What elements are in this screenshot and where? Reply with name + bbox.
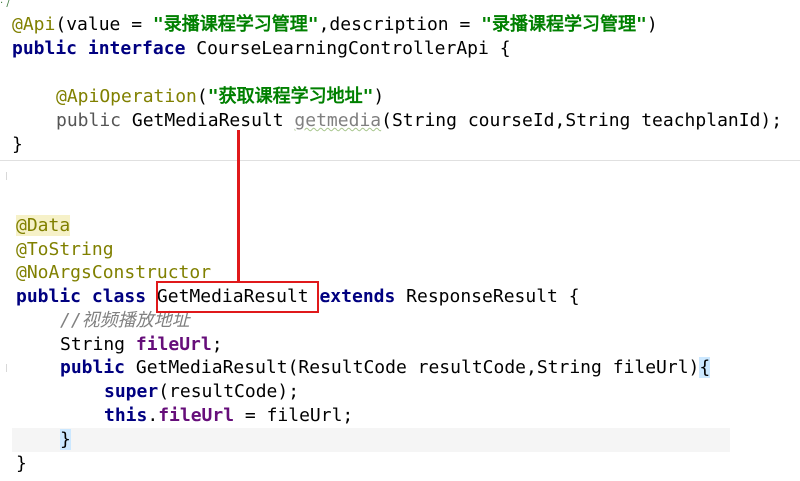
this-assign-line[interactable]: this.fileUrl = fileUrl; — [104, 404, 353, 428]
getmedia-method-line[interactable]: public GetMediaResult getmedia(String co… — [56, 109, 782, 133]
constructor-close-line[interactable]: } — [60, 428, 71, 452]
interface-name: CourseLearningControllerApi { — [185, 38, 511, 59]
fold-gutter-mark[interactable] — [6, 172, 15, 180]
field-declaration-line[interactable]: String fileUrl; — [60, 333, 223, 357]
current-line-highlight — [12, 428, 730, 452]
api-annotation-line[interactable]: @Api(value = "录播课程学习管理",description = "录… — [12, 13, 658, 37]
constructor-line[interactable]: public GetMediaResult(ResultCode resultC… — [60, 356, 711, 380]
video-url-comment: //视频播放地址 — [60, 310, 190, 331]
fileurl-field: fileUrl — [135, 334, 212, 355]
noargs-annotation: @NoArgsConstructor — [16, 262, 212, 283]
data-annotation-line[interactable]: @Data — [16, 214, 71, 238]
cropped-code-fragment: · / — [0, 0, 10, 9]
editor-separator — [0, 160, 800, 161]
api-operation-annotation: @ApiOperation — [56, 86, 197, 107]
interface-declaration-line[interactable]: public interface CourseLearningControlle… — [12, 37, 511, 61]
fold-gutter-mark[interactable] — [6, 364, 15, 372]
interface-close-brace[interactable]: } — [12, 133, 23, 157]
matched-close-brace: } — [60, 429, 71, 450]
api-annotation: @Api — [12, 14, 56, 35]
super-call-line[interactable]: super(resultCode); — [104, 380, 299, 404]
connector-line — [237, 130, 240, 282]
class-name-highlight-box — [156, 281, 319, 313]
matched-open-brace: { — [699, 357, 711, 378]
data-annotation: @Data — [16, 215, 71, 236]
tostring-annotation-line[interactable]: @ToString — [16, 238, 114, 262]
super-class-name: ResponseResult { — [395, 286, 580, 307]
class-close-brace[interactable]: } — [16, 452, 27, 476]
api-operation-line[interactable]: @ApiOperation("获取课程学习地址") — [56, 85, 384, 109]
tostring-annotation: @ToString — [16, 239, 114, 260]
getmedia-method-name: getmedia — [294, 110, 382, 131]
